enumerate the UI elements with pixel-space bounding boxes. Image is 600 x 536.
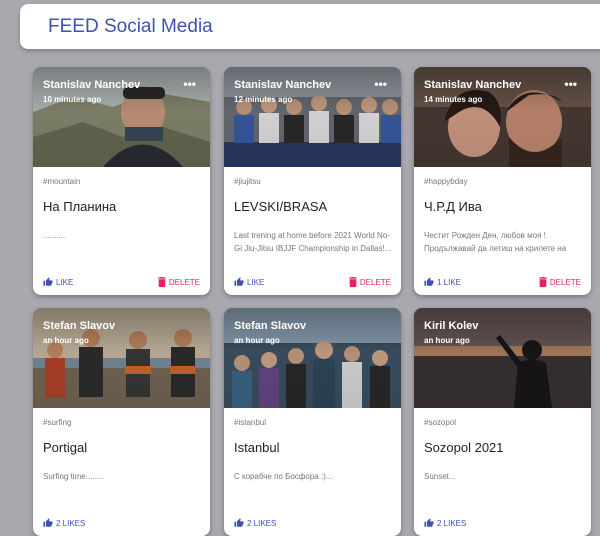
post-description: Last trening at home before 2021 World N… <box>234 231 392 253</box>
more-horizontal-icon[interactable]: ••• <box>564 77 577 91</box>
like-label: 2 LIKES <box>56 518 86 528</box>
post-title: Istanbul <box>234 440 280 455</box>
post-title: Ч.Р.Д Ива <box>424 199 482 214</box>
like-button[interactable]: 1 LIKE <box>424 277 461 287</box>
post-card: Stefan Slavov an hour ago #istanbul Ista… <box>224 308 401 536</box>
post-card: Stanislav Nanchev 14 minutes ago ••• #ha… <box>414 67 591 295</box>
trash-icon <box>348 277 357 287</box>
post-tag: #jiujitsu <box>234 177 261 186</box>
delete-label: DELETE <box>549 277 581 287</box>
like-label: LIKE <box>56 277 74 287</box>
post-card: Stanislav Nanchev 12 minutes ago ••• #ji… <box>224 67 401 295</box>
thumb-up-icon <box>424 277 434 286</box>
more-horizontal-icon[interactable]: ••• <box>183 77 196 91</box>
trash-icon <box>538 277 547 287</box>
post-description: Честит Рожден Ден, любов моя ! Продължав… <box>424 231 567 253</box>
post-author: Stefan Slavov <box>43 320 116 332</box>
post-card: Kiril Kolev an hour ago #sozopol Sozopol… <box>414 308 591 536</box>
delete-button[interactable]: DELETE <box>157 277 200 287</box>
post-image[interactable]: Stefan Slavov an hour ago <box>33 308 210 408</box>
post-description: Surfing time........ <box>43 472 104 481</box>
like-button[interactable]: 2 LIKES <box>43 518 85 528</box>
post-tag: #surfing <box>43 418 72 427</box>
delete-label: DELETE <box>359 277 391 287</box>
delete-label: DELETE <box>168 277 200 287</box>
post-author: Stanislav Nanchev <box>43 79 141 91</box>
post-time: 10 minutes ago <box>43 95 102 104</box>
post-title: Portigal <box>43 440 88 455</box>
post-author: Stanislav Nanchev <box>424 79 522 91</box>
post-time: an hour ago <box>234 336 280 345</box>
post-time: an hour ago <box>424 336 470 345</box>
post-author: Kiril Kolev <box>424 320 479 332</box>
post-image[interactable]: Stefan Slavov an hour ago <box>224 308 401 408</box>
like-label: 1 LIKE <box>437 277 462 287</box>
post-author: Stefan Slavov <box>234 320 307 332</box>
post-author: Stanislav Nanchev <box>234 79 332 91</box>
like-label: 2 LIKES <box>247 518 277 528</box>
app-bar: FEED Social Media <box>20 4 600 49</box>
like-button[interactable]: 2 LIKES <box>424 518 466 528</box>
post-title: Sozopol 2021 <box>424 440 504 455</box>
post-image[interactable]: Stanislav Nanchev 12 minutes ago ••• <box>224 67 401 167</box>
post-title: LEVSKI/BRASA <box>234 199 328 214</box>
post-tag: #sozopol <box>424 418 457 427</box>
thumb-up-icon <box>43 518 53 527</box>
thumb-up-icon <box>234 518 244 527</box>
thumb-up-icon <box>43 277 53 286</box>
post-time: 12 minutes ago <box>234 95 293 104</box>
delete-button[interactable]: DELETE <box>348 277 391 287</box>
post-time: an hour ago <box>43 336 89 345</box>
post-image[interactable]: Kiril Kolev an hour ago <box>414 308 591 408</box>
post-image[interactable]: Stanislav Nanchev 10 minutes ago ••• <box>33 67 210 167</box>
post-description: .......... <box>43 231 66 240</box>
app-title: FEED Social Media <box>48 16 213 37</box>
thumb-up-icon <box>424 518 434 527</box>
post-title: На Планина <box>43 199 117 214</box>
post-card: Stanislav Nanchev 10 minutes ago ••• #mo… <box>33 67 210 295</box>
like-button[interactable]: LIKE <box>234 277 264 287</box>
post-description: С корабче по Босфора :)... <box>234 472 333 481</box>
post-time: 14 minutes ago <box>424 95 483 104</box>
thumb-up-icon <box>234 277 244 286</box>
like-label: LIKE <box>247 277 265 287</box>
post-card: Stefan Slavov an hour ago #surfing Porti… <box>33 308 210 536</box>
post-description: Sunset... <box>424 472 456 481</box>
delete-button[interactable]: DELETE <box>538 277 581 287</box>
like-label: 2 LIKES <box>437 518 467 528</box>
post-tag: #happybday <box>424 177 468 186</box>
post-tag: #istanbul <box>234 418 267 427</box>
post-tag: #mountain <box>43 177 81 186</box>
more-horizontal-icon[interactable]: ••• <box>374 77 387 91</box>
like-button[interactable]: LIKE <box>43 277 73 287</box>
post-image[interactable]: Stanislav Nanchev 14 minutes ago ••• <box>414 67 591 167</box>
trash-icon <box>157 277 166 287</box>
like-button[interactable]: 2 LIKES <box>234 518 276 528</box>
